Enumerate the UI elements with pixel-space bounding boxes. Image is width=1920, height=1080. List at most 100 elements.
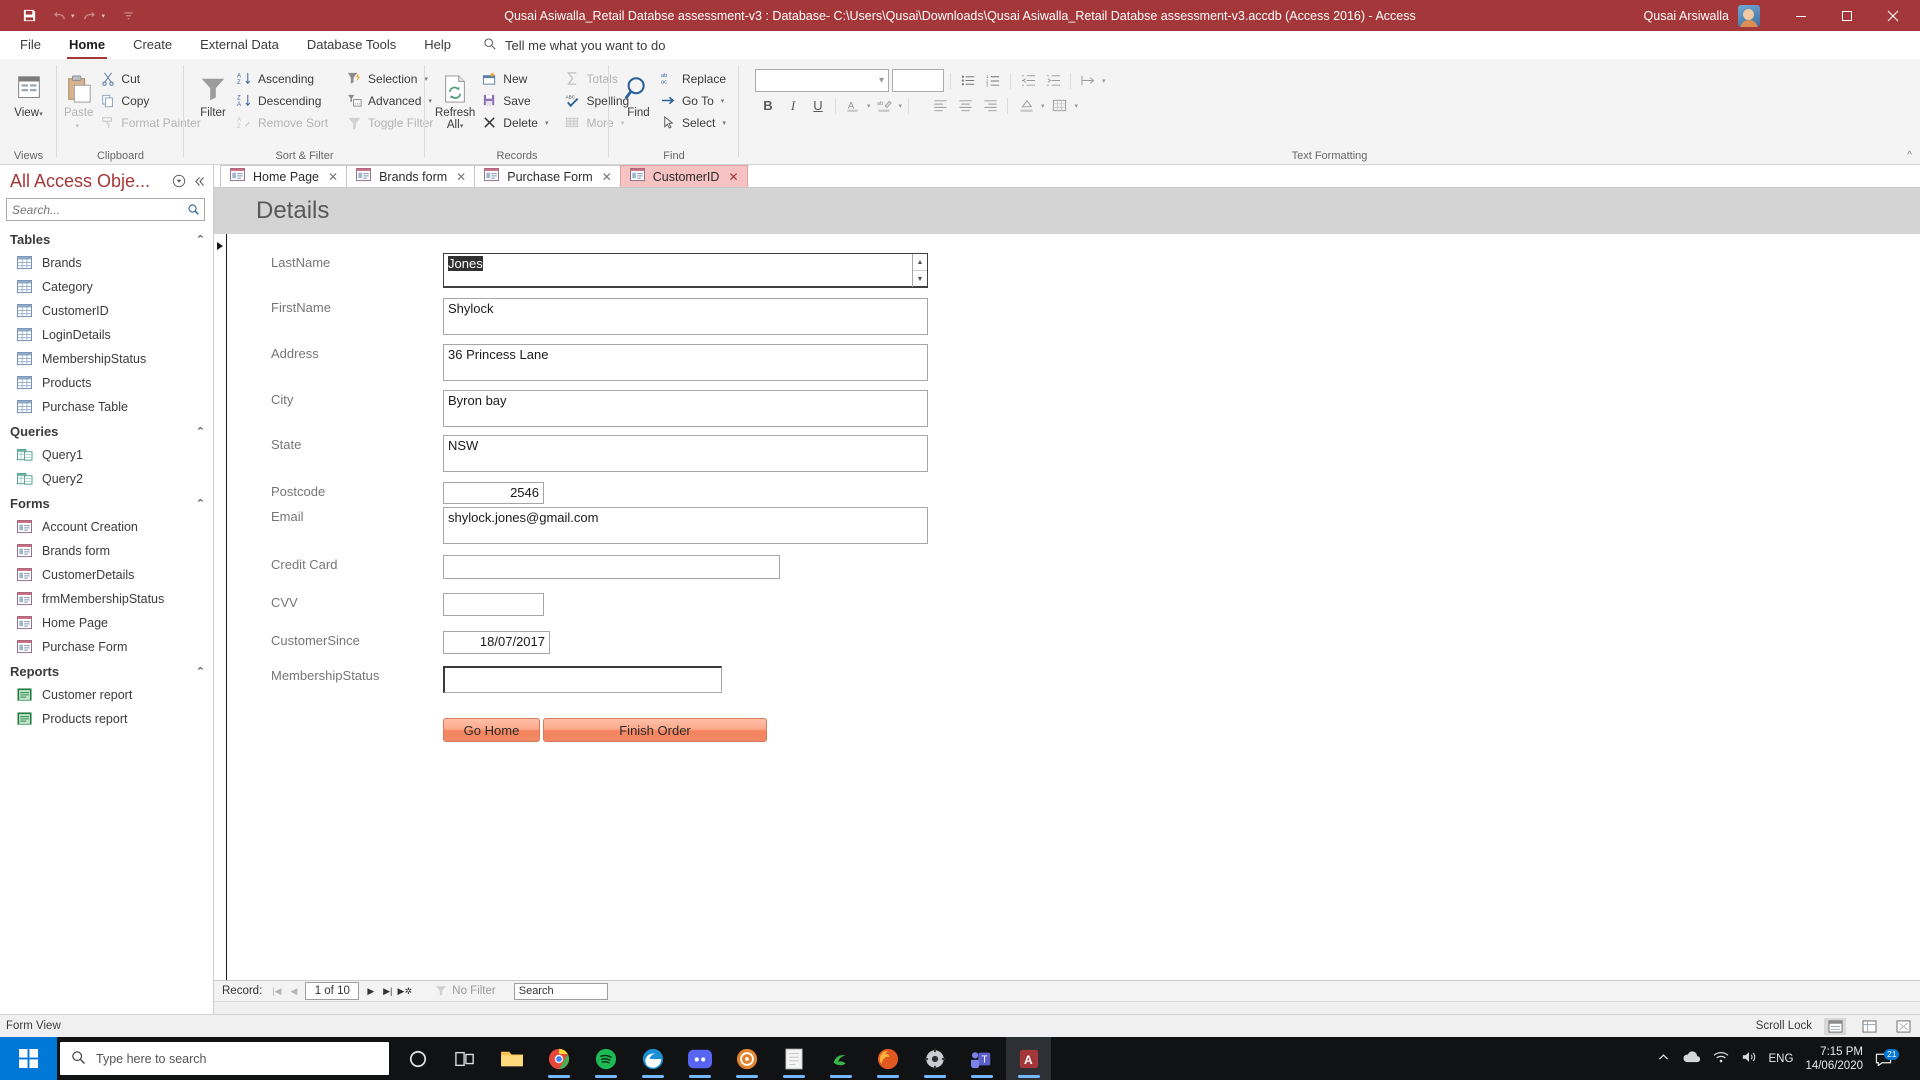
- decrease-indent-icon[interactable]: [1017, 70, 1039, 91]
- tab-file[interactable]: File: [6, 33, 55, 57]
- last-record-button[interactable]: ▶|: [379, 983, 396, 1000]
- nav-item-products-report[interactable]: Products report: [0, 707, 213, 731]
- teams-icon[interactable]: T: [959, 1037, 1004, 1080]
- align-right-icon[interactable]: [979, 95, 1001, 116]
- form-view-icon[interactable]: [1824, 1017, 1846, 1035]
- go-home-button[interactable]: Go Home: [443, 718, 540, 742]
- access-icon[interactable]: A: [1006, 1037, 1051, 1080]
- save-record-button[interactable]: Save: [479, 90, 554, 111]
- search-icon[interactable]: [182, 203, 204, 216]
- document-tab-customerid[interactable]: CustomerID ✕: [619, 165, 748, 187]
- undo-icon[interactable]: [44, 3, 74, 29]
- input-credit-card[interactable]: [443, 555, 780, 579]
- nav-item-query1[interactable]: Query1: [0, 443, 213, 467]
- align-center-icon[interactable]: [954, 95, 976, 116]
- clock[interactable]: 7:15 PM 14/06/2020: [1805, 1045, 1863, 1073]
- highlight-color-dropdown-icon[interactable]: ▾: [899, 102, 903, 110]
- nav-item-customerdetails[interactable]: CustomerDetails: [0, 563, 213, 587]
- replace-button[interactable]: ab ac Replace: [658, 68, 732, 89]
- nav-item-frmmembershipstatus[interactable]: frmMembershipStatus: [0, 587, 213, 611]
- nav-item-brands-form[interactable]: Brands form: [0, 539, 213, 563]
- start-button[interactable]: [0, 1037, 57, 1080]
- paste-button[interactable]: Paste ▾: [64, 66, 93, 133]
- delete-record-button[interactable]: Delete ▾: [479, 112, 554, 133]
- document-tab-home-page[interactable]: Home Page ✕: [220, 165, 348, 187]
- new-record-button[interactable]: ▶✲: [396, 983, 413, 1000]
- input-address[interactable]: 36 Princess Lane: [443, 344, 928, 381]
- descending-button[interactable]: ZA Descending: [234, 90, 334, 111]
- onedrive-icon[interactable]: [1682, 1050, 1701, 1067]
- search-input[interactable]: [7, 201, 182, 218]
- nav-group-queries[interactable]: Queries ⌃: [0, 419, 213, 443]
- save-icon[interactable]: [14, 3, 44, 29]
- redo-icon[interactable]: [75, 3, 105, 29]
- nav-item-home-page[interactable]: Home Page: [0, 611, 213, 635]
- action-center-icon[interactable]: 21: [1875, 1049, 1900, 1066]
- discord-icon[interactable]: [677, 1037, 722, 1080]
- nav-item-logindetails[interactable]: LoginDetails: [0, 323, 213, 347]
- firefox-icon[interactable]: [865, 1037, 910, 1080]
- background-color-icon[interactable]: [1014, 95, 1038, 116]
- gridlines-icon[interactable]: [1048, 95, 1072, 116]
- input-city[interactable]: Byron bay: [443, 390, 928, 427]
- navigation-pane-title[interactable]: All Access Obje...: [10, 171, 167, 192]
- previous-record-button[interactable]: ◀: [285, 983, 302, 1000]
- input-state[interactable]: NSW: [443, 435, 928, 472]
- ascending-button[interactable]: AZ Ascending: [234, 68, 334, 89]
- navigation-pane-menu-icon[interactable]: [171, 173, 187, 189]
- chevron-up-icon[interactable]: ⌃: [196, 425, 205, 438]
- chevron-up-icon[interactable]: ⌃: [196, 665, 205, 678]
- input-membership-status[interactable]: [443, 666, 722, 693]
- chevron-up-icon[interactable]: ⌃: [196, 497, 205, 510]
- nav-item-purchase-form[interactable]: Purchase Form: [0, 635, 213, 659]
- shutter-bar-close-icon[interactable]: [191, 173, 207, 189]
- select-dropdown-icon[interactable]: ▾: [722, 119, 726, 127]
- tab-external-data[interactable]: External Data: [186, 33, 293, 57]
- document-tab-brands-form[interactable]: Brands form ✕: [346, 165, 476, 187]
- gridlines-dropdown-icon[interactable]: ▾: [1075, 102, 1079, 110]
- remove-sort-button[interactable]: AZ Remove Sort: [234, 112, 334, 133]
- find-button[interactable]: Find: [623, 66, 654, 119]
- view-button[interactable]: View ▾: [7, 66, 50, 121]
- tab-database-tools[interactable]: Database Tools: [293, 33, 410, 57]
- nav-item-products[interactable]: Products: [0, 371, 213, 395]
- redo-dropdown-icon[interactable]: ▾: [102, 12, 106, 20]
- select-button[interactable]: Select ▾: [658, 112, 732, 133]
- text-direction-dropdown-icon[interactable]: ▾: [1102, 77, 1106, 85]
- delete-dropdown-icon[interactable]: ▾: [545, 119, 549, 127]
- bulleted-list-icon[interactable]: [957, 70, 979, 91]
- nav-item-customerid[interactable]: CustomerID: [0, 299, 213, 323]
- font-color-dropdown-icon[interactable]: ▾: [867, 102, 871, 110]
- refresh-all-button[interactable]: Refresh All ▾: [435, 66, 475, 133]
- current-record-box[interactable]: 1 of 10: [305, 982, 360, 1000]
- tell-me-search[interactable]: Tell me what you want to do: [465, 37, 665, 54]
- filter-button[interactable]: Filter: [198, 66, 228, 119]
- nav-item-brands[interactable]: Brands: [0, 251, 213, 275]
- close-icon[interactable]: ✕: [602, 170, 612, 184]
- file-explorer-icon[interactable]: [489, 1037, 534, 1080]
- chevron-up-icon[interactable]: ⌃: [196, 233, 205, 246]
- nav-group-tables[interactable]: Tables ⌃: [0, 227, 213, 251]
- task-view-icon[interactable]: [442, 1037, 487, 1080]
- navigation-search[interactable]: [6, 198, 205, 221]
- cortana-icon[interactable]: [395, 1037, 440, 1080]
- edge-icon[interactable]: [630, 1037, 675, 1080]
- nav-item-membershipstatus[interactable]: MembershipStatus: [0, 347, 213, 371]
- taskbar-search[interactable]: Type here to search: [60, 1042, 389, 1075]
- font-color-button[interactable]: A: [842, 95, 864, 116]
- bold-button[interactable]: B: [757, 95, 779, 116]
- snake-app-icon[interactable]: [818, 1037, 863, 1080]
- restore-button[interactable]: [1824, 0, 1870, 31]
- language-indicator[interactable]: ENG: [1769, 1053, 1794, 1065]
- nav-item-query2[interactable]: Query2: [0, 467, 213, 491]
- spotify-icon[interactable]: [583, 1037, 628, 1080]
- highlight-color-button[interactable]: ab: [874, 95, 896, 116]
- finish-order-button[interactable]: Finish Order: [543, 718, 767, 742]
- minimize-button[interactable]: [1778, 0, 1824, 31]
- layout-view-icon[interactable]: [1858, 1018, 1880, 1035]
- design-view-icon[interactable]: [1892, 1018, 1914, 1035]
- nav-group-reports[interactable]: Reports ⌃: [0, 659, 213, 683]
- close-icon[interactable]: ✕: [728, 170, 738, 184]
- close-icon[interactable]: ✕: [328, 170, 338, 184]
- italic-button[interactable]: I: [782, 95, 804, 116]
